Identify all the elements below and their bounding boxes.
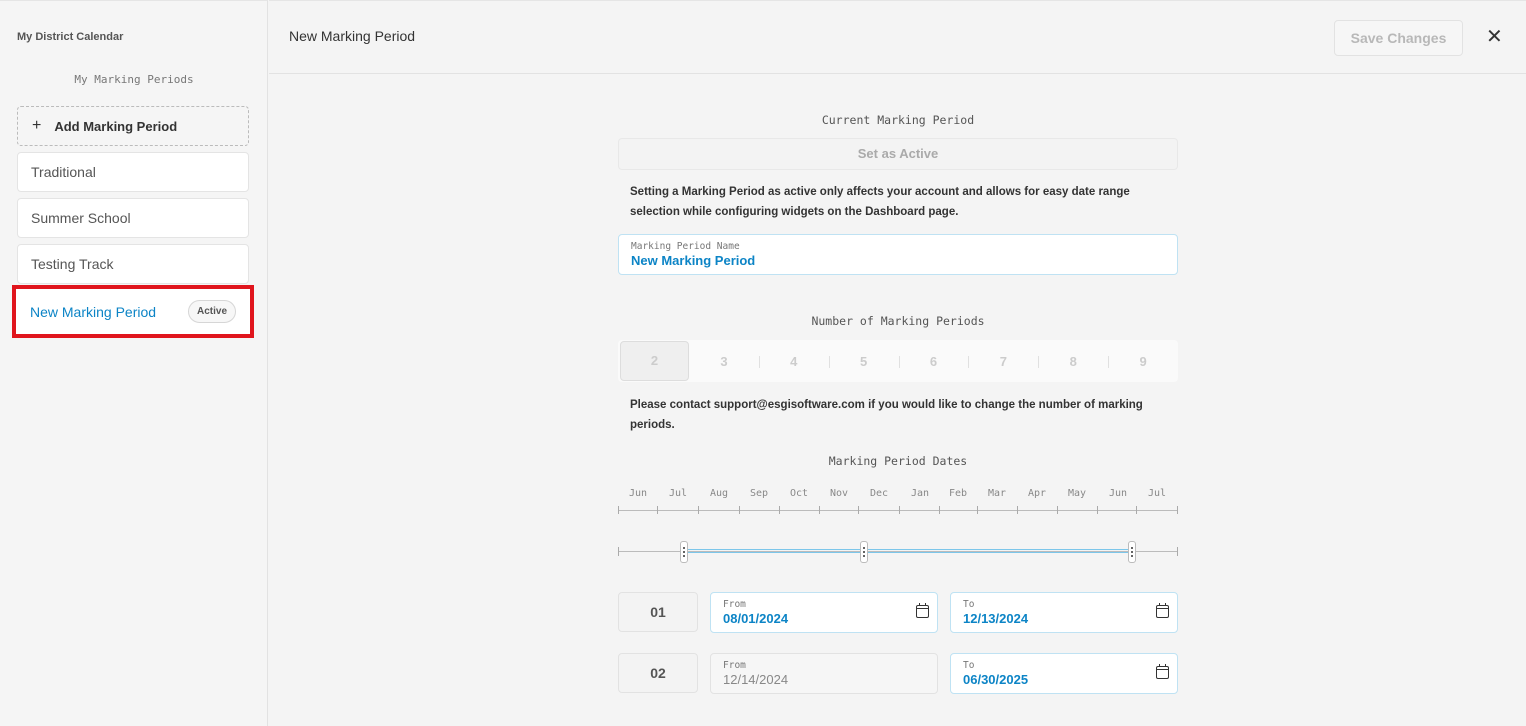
month-labels: Jun Jul Aug Sep Oct Nov Dec Jan Feb Mar … <box>618 488 1178 500</box>
to-date[interactable]: 06/30/2025 <box>963 672 1165 687</box>
period-count-selector[interactable]: 2 3 4 5 6 7 8 9 <box>618 340 1178 382</box>
axis-tick <box>1057 506 1058 514</box>
track-end <box>1177 547 1178 556</box>
period-1-to-field[interactable]: To 12/13/2024 <box>950 592 1178 633</box>
month-label: Nov <box>829 488 849 499</box>
active-note: Setting a Marking Period as active only … <box>630 186 1130 218</box>
save-changes-button[interactable]: Save Changes <box>1334 20 1463 56</box>
month-label: Jun <box>1108 488 1128 499</box>
axis-tick <box>657 506 658 514</box>
month-label: Dec <box>869 488 889 499</box>
sidebar-item-summer-school[interactable]: Summer School <box>17 198 249 238</box>
period-2-from-field: From 12/14/2024 <box>710 653 938 694</box>
axis-tick <box>939 506 940 514</box>
count-option-9[interactable]: 9 <box>1108 354 1178 369</box>
sidebar-item-testing-track[interactable]: Testing Track <box>17 244 249 284</box>
axis-tick <box>779 506 780 514</box>
count-note: Please contact support@esgisoftware.com … <box>630 399 1143 431</box>
axis-tick <box>698 506 699 514</box>
month-label: Mar <box>987 488 1007 499</box>
calendar-icon[interactable] <box>1156 664 1169 679</box>
sidebar-item-label: Summer School <box>31 210 131 226</box>
count-option-7[interactable]: 7 <box>968 354 1038 369</box>
axis-tick <box>1136 506 1137 514</box>
from-label: From <box>723 660 746 671</box>
name-field-label: Marking Period Name <box>631 241 740 252</box>
count-option-4[interactable]: 4 <box>758 354 829 369</box>
axis-tick <box>858 506 859 514</box>
sidebar-item-label: New Marking Period <box>30 303 157 320</box>
track-end <box>618 547 619 556</box>
sidebar-item-new-marking-period[interactable]: New Marking Period Active <box>12 285 254 338</box>
marking-period-name-field[interactable]: Marking Period Name New Marking Period <box>618 234 1178 275</box>
axis-tick <box>899 506 900 514</box>
editor-header: New Marking Period Save Changes ✕ <box>269 0 1526 74</box>
sidebar-item-label: Testing Track <box>31 256 114 272</box>
from-date[interactable]: 08/01/2024 <box>723 611 925 626</box>
period-number: 02 <box>618 653 698 693</box>
marking-periods-heading: My Marking Periods <box>74 73 194 86</box>
count-option-2[interactable]: 2 <box>620 341 689 381</box>
number-of-periods-heading: Number of Marking Periods <box>811 314 985 328</box>
range-handle-start[interactable] <box>680 541 688 563</box>
axis-tick <box>739 506 740 514</box>
sidebar: My District Calendar My Marking Periods … <box>0 0 268 726</box>
month-label: Jul <box>1147 488 1167 499</box>
count-option-6[interactable]: 6 <box>898 354 969 369</box>
current-period-heading: Current Marking Period <box>821 113 975 127</box>
page-title: New Marking Period <box>289 28 416 44</box>
range-handle-middle[interactable] <box>860 541 868 563</box>
axis-tick <box>618 506 619 514</box>
plus-icon: + <box>32 117 42 134</box>
to-label: To <box>963 599 975 610</box>
axis-tick <box>1017 506 1018 514</box>
from-date: 12/14/2024 <box>723 672 789 687</box>
add-marking-period-label: Add Marking Period <box>54 118 178 134</box>
close-icon[interactable]: ✕ <box>1486 27 1503 47</box>
range-slider-fill <box>688 549 1132 553</box>
month-label: Jan <box>910 488 930 499</box>
sidebar-item-traditional[interactable]: Traditional <box>17 152 249 192</box>
add-marking-period-button[interactable]: + Add Marking Period <box>17 106 249 146</box>
active-badge: Active <box>187 300 236 323</box>
axis-tick <box>1177 506 1178 514</box>
month-label: Jun <box>628 488 648 499</box>
period-number: 01 <box>618 592 698 632</box>
month-label: Jul <box>668 488 688 499</box>
count-option-3[interactable]: 3 <box>689 354 759 369</box>
period-2-to-field[interactable]: To 06/30/2025 <box>950 653 1178 694</box>
sidebar-item-label: Traditional <box>31 164 96 180</box>
period-1-from-field[interactable]: From 08/01/2024 <box>710 592 938 633</box>
count-option-8[interactable]: 8 <box>1038 354 1108 369</box>
name-field-value[interactable]: New Marking Period <box>631 253 1165 268</box>
month-label: Aug <box>709 488 729 499</box>
month-label: Sep <box>749 488 769 499</box>
count-option-5[interactable]: 5 <box>828 354 899 369</box>
month-label: Apr <box>1027 488 1047 499</box>
axis-tick <box>819 506 820 514</box>
period-dates-heading: Marking Period Dates <box>828 454 968 468</box>
axis-tick <box>977 506 978 514</box>
district-calendar-title: My District Calendar <box>17 31 124 43</box>
month-label: May <box>1067 488 1087 499</box>
timeline-axis <box>618 510 1178 511</box>
month-label: Oct <box>789 488 809 499</box>
calendar-icon[interactable] <box>1156 603 1169 618</box>
month-label: Feb <box>948 488 968 499</box>
from-label: From <box>723 599 746 610</box>
calendar-icon[interactable] <box>916 603 929 618</box>
range-handle-end[interactable] <box>1128 541 1136 563</box>
to-date[interactable]: 12/13/2024 <box>963 611 1165 626</box>
axis-tick <box>1097 506 1098 514</box>
set-as-active-button[interactable]: Set as Active <box>618 138 1178 170</box>
to-label: To <box>963 660 975 671</box>
